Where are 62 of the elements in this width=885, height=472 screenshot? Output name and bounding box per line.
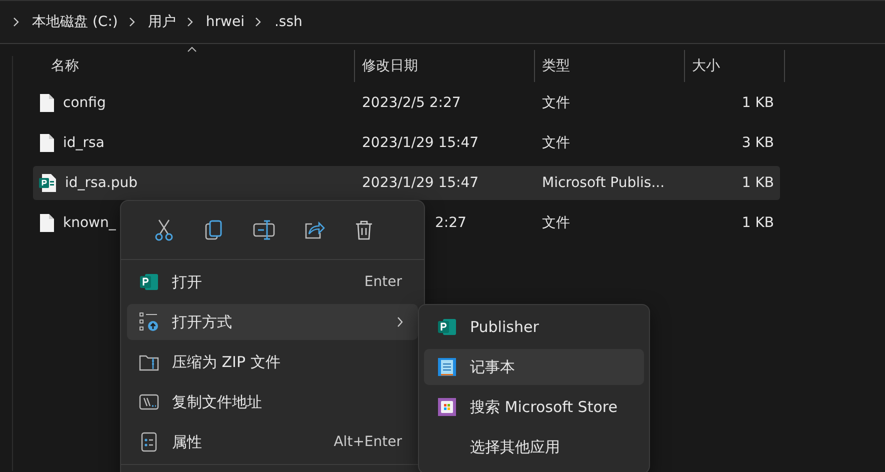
modified-date: 2:27 <box>435 215 466 231</box>
file-size: 1 KB <box>742 215 774 231</box>
chevron-icon <box>12 17 20 27</box>
file-row[interactable]: known_ 2:27 文件 1 KB <box>33 206 780 240</box>
publisher-icon <box>139 272 159 292</box>
share-icon[interactable] <box>303 220 325 240</box>
chevron-icon <box>128 17 136 27</box>
notepad-icon <box>437 357 457 377</box>
store-icon <box>437 397 457 417</box>
scissors-icon[interactable] <box>154 219 174 241</box>
menu-item[interactable]: 打开 Enter <box>127 264 418 300</box>
breadcrumb-item[interactable]: 用户 <box>148 13 176 31</box>
breadcrumb-item[interactable]: .ssh <box>274 14 302 30</box>
path-icon <box>139 394 159 410</box>
column-header[interactable]: 修改日期 <box>355 50 535 82</box>
chevron-icon <box>186 17 194 27</box>
file-icon <box>39 93 55 113</box>
breadcrumb-item[interactable]: hrwei <box>206 14 244 30</box>
file-name: config <box>63 95 106 111</box>
open-with-icon <box>139 312 159 332</box>
menu-item[interactable]: 选择其他应用 <box>424 429 644 465</box>
menu-item[interactable]: 记事本 <box>424 349 644 385</box>
copy-icon[interactable] <box>205 220 223 240</box>
rename-icon[interactable] <box>253 220 275 240</box>
column-header[interactable]: 大小 <box>685 50 785 82</box>
file-size: 3 KB <box>742 135 774 151</box>
file-name: id_rsa <box>63 135 104 151</box>
publisher-file-icon <box>39 173 57 193</box>
breadcrumb-item[interactable]: 本地磁盘 (C:) <box>32 13 118 31</box>
file-row[interactable]: config 2023/2/5 2:27 文件 1 KB <box>33 86 780 120</box>
chevron-icon <box>254 17 262 27</box>
menu-item[interactable]: 属性 Alt+Enter <box>127 424 418 460</box>
file-type: 文件 <box>542 134 570 152</box>
publisher-icon <box>437 317 457 337</box>
file-type: 文件 <box>542 214 570 232</box>
file-name: id_rsa.pub <box>65 175 138 191</box>
file-type: Microsoft Publis... <box>542 175 665 191</box>
trash-icon[interactable] <box>355 220 373 240</box>
chevron-icon <box>396 316 404 328</box>
menu-item[interactable]: Publisher <box>424 309 644 345</box>
shortcut-hint: Enter <box>364 274 402 290</box>
sort-caret-icon <box>187 46 198 52</box>
file-type: 文件 <box>542 94 570 112</box>
menu-item[interactable]: 压缩为 ZIP 文件 <box>127 344 418 380</box>
file-size: 1 KB <box>742 175 774 191</box>
column-header[interactable]: 名称 <box>33 50 355 82</box>
file-name: known_ <box>63 215 116 231</box>
properties-icon <box>141 432 157 452</box>
shortcut-hint: Alt+Enter <box>334 434 402 450</box>
menu-item[interactable]: 搜索 Microsoft Store <box>424 389 644 425</box>
file-row[interactable]: id_rsa.pub 2023/1/29 15:47 Microsoft Publis... 1 KB <box>33 166 780 200</box>
file-size: 1 KB <box>742 95 774 111</box>
column-header[interactable]: 类型 <box>535 50 685 82</box>
modified-date: 2023/1/29 15:47 <box>362 175 479 191</box>
file-icon <box>39 213 55 233</box>
file-icon <box>39 133 55 153</box>
menu-item[interactable]: 复制文件地址 <box>127 384 418 420</box>
zip-folder-icon <box>139 353 159 371</box>
file-row[interactable]: id_rsa 2023/1/29 15:47 文件 3 KB <box>33 126 780 160</box>
menu-item[interactable]: 打开方式 <box>127 304 418 340</box>
modified-date: 2023/1/29 15:47 <box>362 135 479 151</box>
modified-date: 2023/2/5 2:27 <box>362 95 461 111</box>
